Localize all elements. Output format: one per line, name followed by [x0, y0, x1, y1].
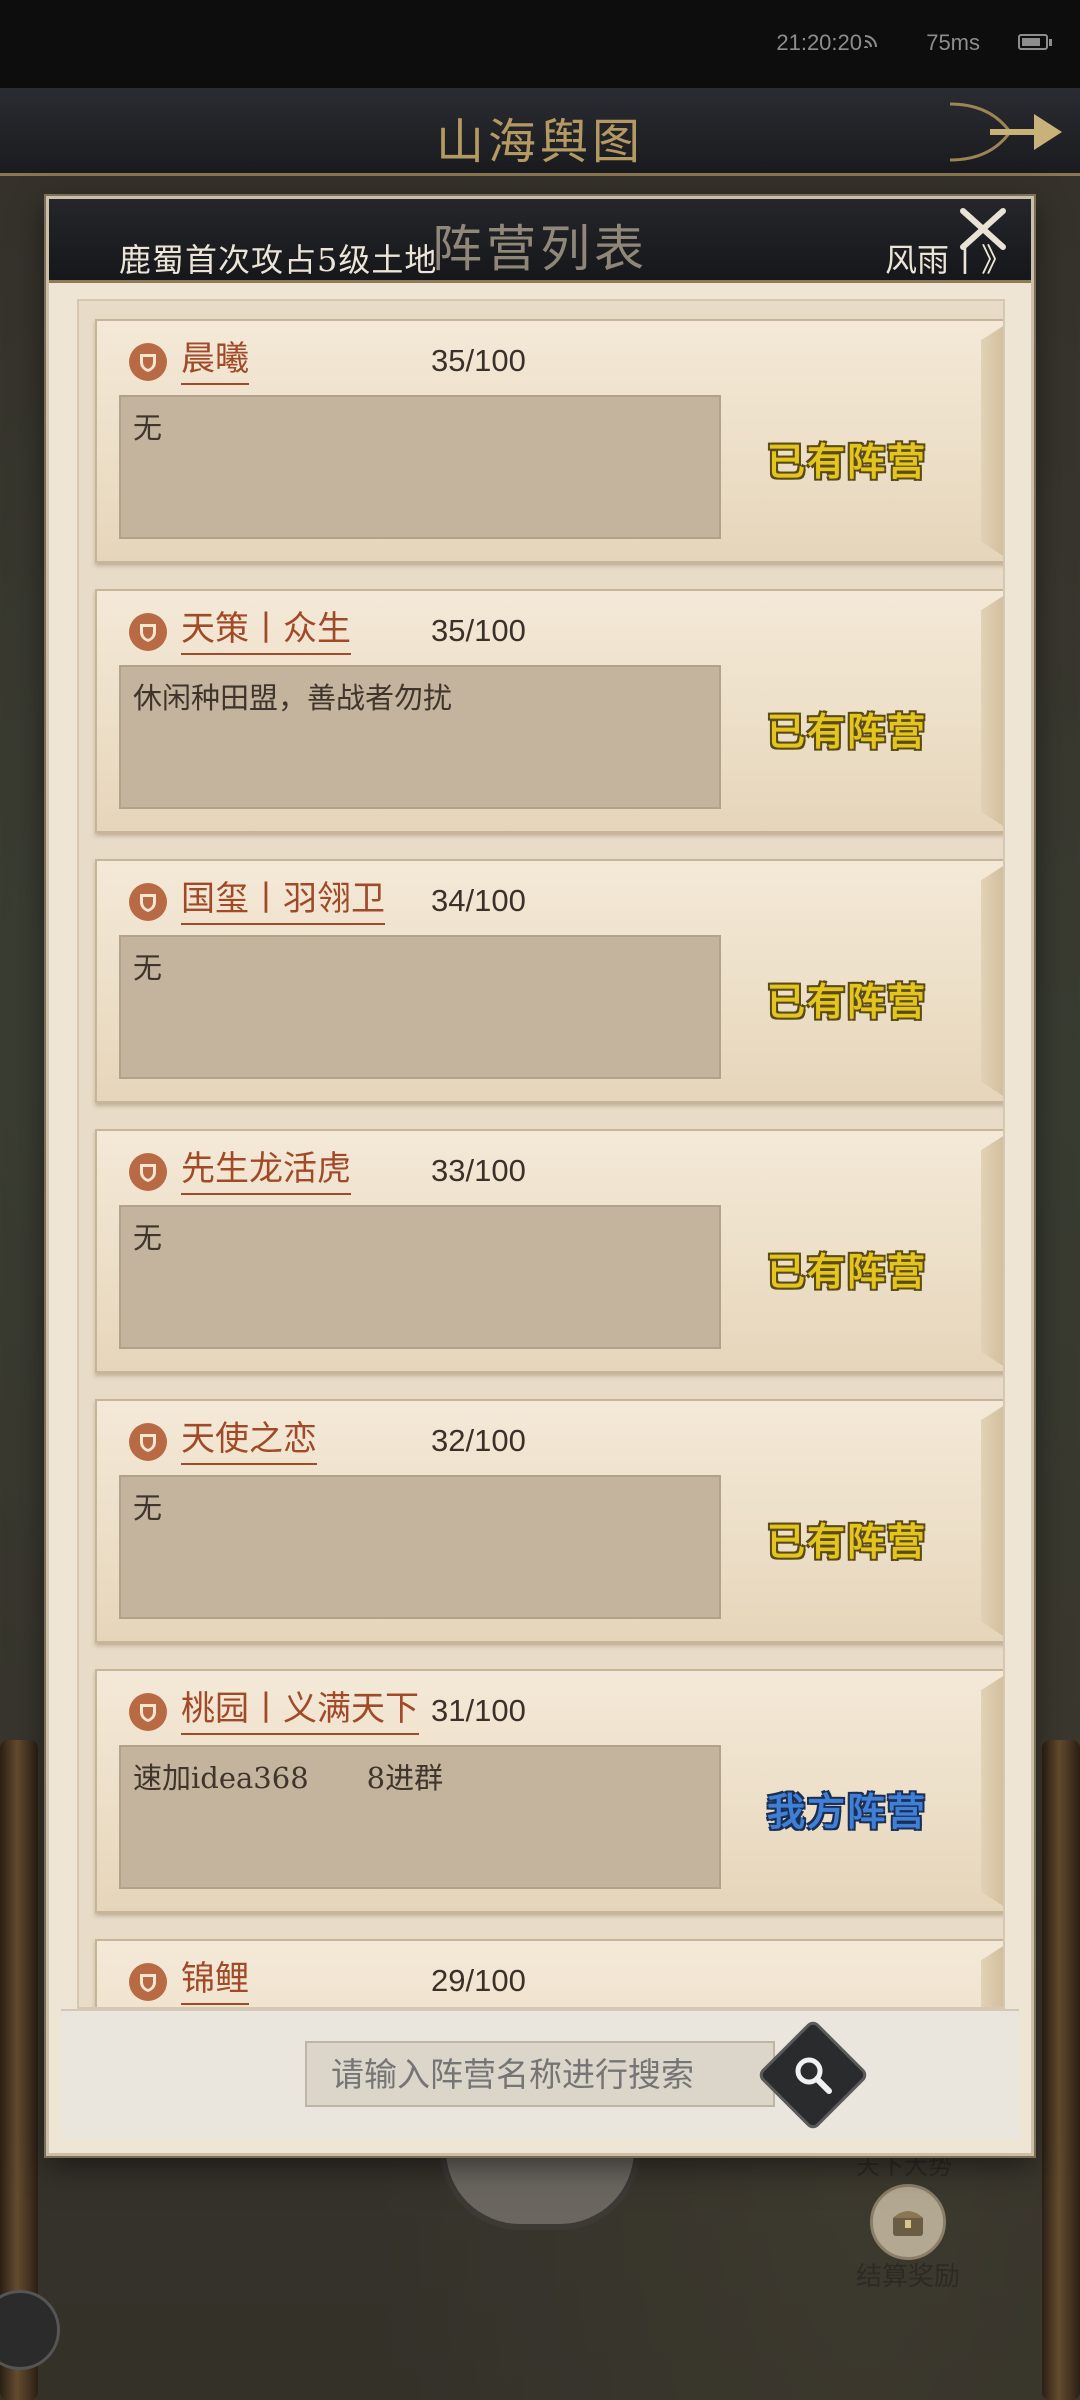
shield-icon — [129, 1963, 167, 2001]
camp-name[interactable]: 天策丨众生 — [181, 607, 351, 655]
status-bar: 21:20:20 75ms — [0, 0, 1080, 88]
camp-status: 已有阵营 — [767, 709, 928, 754]
camp-name[interactable]: 国玺丨羽翎卫 — [181, 877, 385, 925]
camp-description: 无 — [119, 935, 721, 1079]
camp-description: 休闲种田盟，善战者勿扰 — [119, 665, 721, 809]
camp-card[interactable]: 桃园丨义满天下 31/100 速加idea368 8进群 我方阵营 — [95, 1669, 1003, 1913]
camp-card[interactable]: 先生龙活虎 33/100 无 已有阵营 — [95, 1129, 1003, 1373]
camp-status: 已有阵营 — [767, 439, 928, 484]
camp-member-count: 34/100 — [431, 883, 526, 918]
search-icon[interactable] — [777, 2039, 849, 2111]
camp-name[interactable]: 天使之恋 — [181, 1417, 317, 1465]
search-bar — [61, 2009, 1019, 2139]
camp-search-input[interactable] — [305, 2041, 775, 2107]
shield-icon — [129, 1153, 167, 1191]
page-title: 山海舆图 — [435, 114, 644, 170]
camp-name[interactable]: 晨曦 — [181, 337, 249, 385]
camp-member-count: 32/100 — [431, 1423, 526, 1458]
camp-member-count: 31/100 — [431, 1693, 526, 1728]
arrow-right-icon[interactable] — [950, 94, 1070, 170]
camp-status: 已有阵营 — [767, 1519, 928, 1564]
signal-icon — [864, 35, 877, 48]
camp-card[interactable]: 天使之恋 32/100 无 已有阵营 — [95, 1399, 1003, 1643]
camp-status: 已有阵营 — [767, 979, 928, 1024]
camp-description: 无 — [119, 1205, 721, 1349]
camp-member-count: 29/100 — [431, 1963, 526, 1998]
camp-list[interactable]: 晨曦 35/100 无 已有阵营 天策丨众生 35/100 休闲种田盟，善战者勿… — [77, 299, 1005, 2009]
camp-status: 我方阵营 — [767, 1789, 928, 1834]
shield-icon — [129, 1693, 167, 1731]
camp-list-panel: 阵营列表 鹿蜀首次攻占5级土地 风雨丨》 晨曦 35/100 无 已有阵营 天策… — [46, 196, 1034, 2156]
shield-icon — [129, 613, 167, 651]
camp-card[interactable]: 天策丨众生 35/100 休闲种田盟，善战者勿扰 已有阵营 — [95, 589, 1003, 833]
reward-label[interactable]: 结算奖励 — [856, 2256, 960, 2293]
camp-status: 已有阵营 — [767, 1249, 928, 1294]
scrolling-notice: 鹿蜀首次攻占5级土地 — [119, 241, 438, 279]
reward-chest-icon[interactable] — [870, 2184, 946, 2260]
camp-name[interactable]: 先生龙活虎 — [181, 1147, 351, 1195]
camp-member-count: 35/100 — [431, 343, 526, 378]
status-time: 21:20:20 — [776, 30, 862, 55]
panel-header: 阵营列表 鹿蜀首次攻占5级土地 风雨丨》 — [49, 199, 1031, 283]
status-latency: 75ms — [926, 30, 980, 55]
camp-description: 无 — [119, 1475, 721, 1619]
close-icon[interactable] — [955, 207, 1011, 251]
camp-card[interactable]: 晨曦 35/100 无 已有阵营 — [95, 319, 1003, 563]
title-bar: 山海舆图 — [0, 88, 1080, 176]
camp-name[interactable]: 锦鲤 — [181, 1957, 249, 2005]
camp-card[interactable]: 锦鲤 29/100 — [95, 1939, 1003, 2007]
shield-icon — [129, 343, 167, 381]
camp-description: 速加idea368 8进群 — [119, 1745, 721, 1889]
shield-icon — [129, 1423, 167, 1461]
battery-icon — [1018, 34, 1052, 50]
camp-card[interactable]: 国玺丨羽翎卫 34/100 无 已有阵营 — [95, 859, 1003, 1103]
camp-member-count: 35/100 — [431, 613, 526, 648]
camp-name[interactable]: 桃园丨义满天下 — [181, 1687, 419, 1735]
camp-member-count: 33/100 — [431, 1153, 526, 1188]
shield-icon — [129, 883, 167, 921]
camp-description: 无 — [119, 395, 721, 539]
